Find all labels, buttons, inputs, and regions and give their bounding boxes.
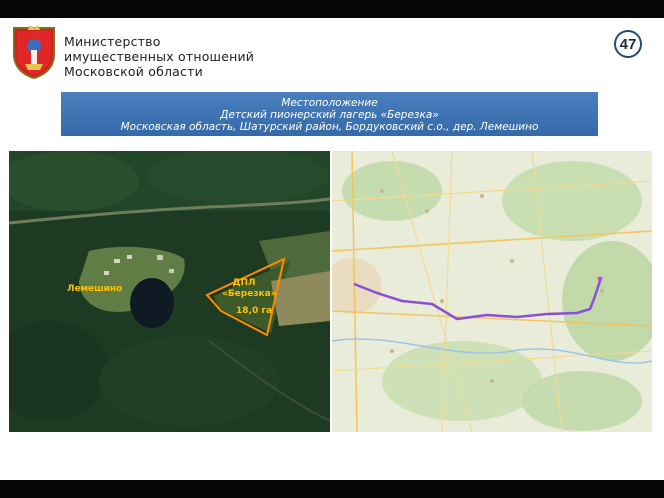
coat-of-arms-icon [10,24,58,80]
area-label: 18,0 га [236,306,273,316]
camp-label-line-1: ДПЛ [232,278,256,288]
camp-label-line-2: «Березка» [222,289,277,299]
route-map [332,151,652,432]
top-bar [0,0,664,18]
camp-label: ДПЛ «Березка» [222,278,277,300]
ministry-line-1: Министерство [64,34,161,49]
ministry-line-3: Московской области [64,64,203,79]
satellite-image [9,151,330,432]
bottom-bar [0,480,664,498]
banner-address: Московская область, Шатурский район, Бор… [120,121,539,133]
banner-title: Местоположение [281,97,378,109]
banner-camp-name: Детский пионерский лагерь «Березка» [220,109,439,121]
ministry-name: Министерство имущественных отношений Мос… [64,34,254,79]
ministry-line-2: имущественных отношений [64,49,255,64]
village-label: Лемешино [67,284,123,294]
location-banner: Местоположение Детский пионерский лагерь… [61,92,598,136]
page-number-badge: 47 [614,30,642,58]
